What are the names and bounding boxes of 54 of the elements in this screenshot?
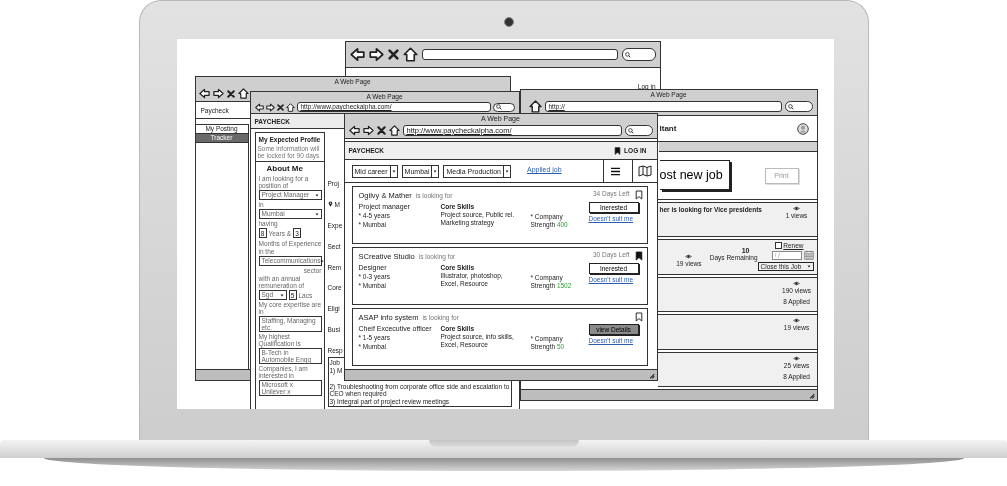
search-field[interactable] (624, 125, 653, 136)
caret-icon (391, 169, 396, 173)
forward-icon[interactable] (368, 47, 384, 62)
search-field[interactable] (621, 48, 656, 61)
back-icon[interactable] (349, 47, 365, 62)
bookmark-icon[interactable] (634, 190, 643, 200)
eye-icon (793, 280, 800, 286)
caret-icon (504, 169, 509, 173)
map-icon (637, 165, 652, 177)
forward-icon[interactable] (362, 125, 374, 136)
search-icon (495, 104, 502, 110)
eye-icon (793, 206, 800, 211)
search-field[interactable] (784, 101, 813, 112)
webcam (503, 17, 514, 27)
home-icon[interactable] (285, 102, 295, 112)
resize-grip-icon[interactable] (647, 371, 655, 379)
search-icon (627, 127, 634, 134)
url-field[interactable] (421, 49, 618, 60)
stop-icon[interactable] (376, 126, 386, 135)
caret-icon (314, 193, 319, 197)
bookmark-icon[interactable] (614, 146, 622, 155)
eye-icon (793, 318, 800, 324)
post-job-button[interactable]: ost new job (659, 159, 730, 190)
eye-icon (793, 355, 800, 361)
back-icon[interactable] (198, 88, 210, 99)
calendar-icon[interactable] (803, 250, 814, 261)
forward-icon[interactable] (212, 88, 224, 99)
section-title: About Me (266, 164, 304, 173)
bookmark-icon[interactable] (634, 251, 643, 261)
back-icon[interactable] (348, 125, 360, 136)
avatar-icon[interactable] (796, 122, 809, 135)
home-icon[interactable] (528, 100, 542, 113)
caret-icon (433, 169, 438, 173)
site-name: ltant (659, 124, 678, 133)
bookmark-icon[interactable] (634, 312, 643, 322)
caret-icon (806, 265, 811, 269)
stop-icon[interactable] (276, 103, 284, 111)
search-field[interactable] (492, 102, 515, 112)
home-icon[interactable] (402, 47, 418, 62)
search-icon (624, 51, 631, 58)
menu-icon (610, 166, 621, 176)
location-pin-icon (327, 201, 333, 208)
caret-icon (279, 293, 284, 297)
caret-icon (314, 212, 319, 216)
resize-grip-icon[interactable] (807, 391, 815, 399)
home-icon[interactable] (388, 125, 400, 136)
home-icon[interactable] (237, 88, 249, 99)
stop-icon[interactable] (226, 89, 235, 98)
stop-icon[interactable] (387, 49, 399, 60)
back-icon[interactable] (254, 102, 264, 112)
search-icon (787, 103, 794, 110)
forward-icon[interactable] (265, 102, 275, 112)
eye-icon (685, 254, 693, 260)
caret-icon (320, 259, 325, 263)
